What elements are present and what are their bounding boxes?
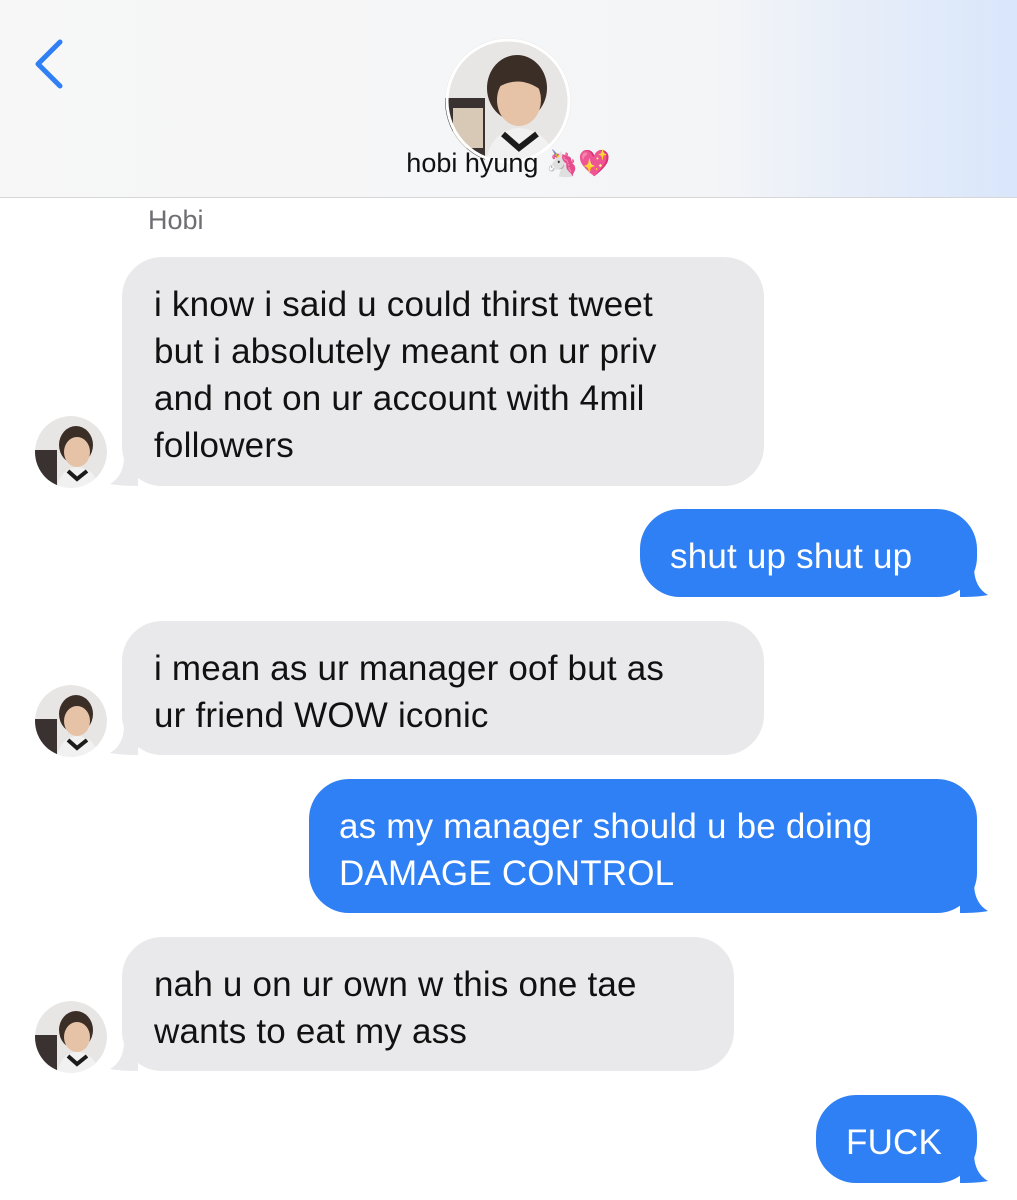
incoming-message-bubble[interactable]: i mean as ur manager oof but as ur frien… [122,621,764,755]
contact-name-text: hobi hyung [406,148,539,178]
contact-avatar[interactable] [445,38,571,164]
contact-avatar-small[interactable] [35,1001,107,1073]
contact-avatar-small[interactable] [35,685,107,757]
bubble-tail [960,567,988,597]
bubble-tail [960,1153,988,1183]
outgoing-message-bubble[interactable]: shut up shut up [640,509,977,597]
sparkling-heart-emoji: 💖 [578,149,611,179]
bubble-tail [110,725,138,755]
outgoing-message-bubble[interactable]: as my manager should u be doing DAMAGE C… [309,779,977,913]
bubble-tail [110,1041,138,1071]
incoming-message-bubble[interactable]: i know i said u could thirst tweet but i… [122,257,764,486]
outgoing-message-bubble[interactable]: FUCK [816,1095,977,1183]
sender-label: Hobi [148,205,204,235]
unicorn-emoji: 🦄 [545,149,579,179]
contact-avatar-small[interactable] [35,416,107,488]
conversation-header: hobi hyung 🦄💖 [0,0,1017,198]
incoming-message-bubble[interactable]: nah u on ur own w this one tae wants to … [122,937,734,1071]
back-button[interactable] [28,36,72,92]
contact-name[interactable]: hobi hyung 🦄💖 [0,148,1017,179]
bubble-tail [960,883,988,913]
chevron-left-icon[interactable] [28,36,72,92]
bubble-tail [110,456,138,486]
